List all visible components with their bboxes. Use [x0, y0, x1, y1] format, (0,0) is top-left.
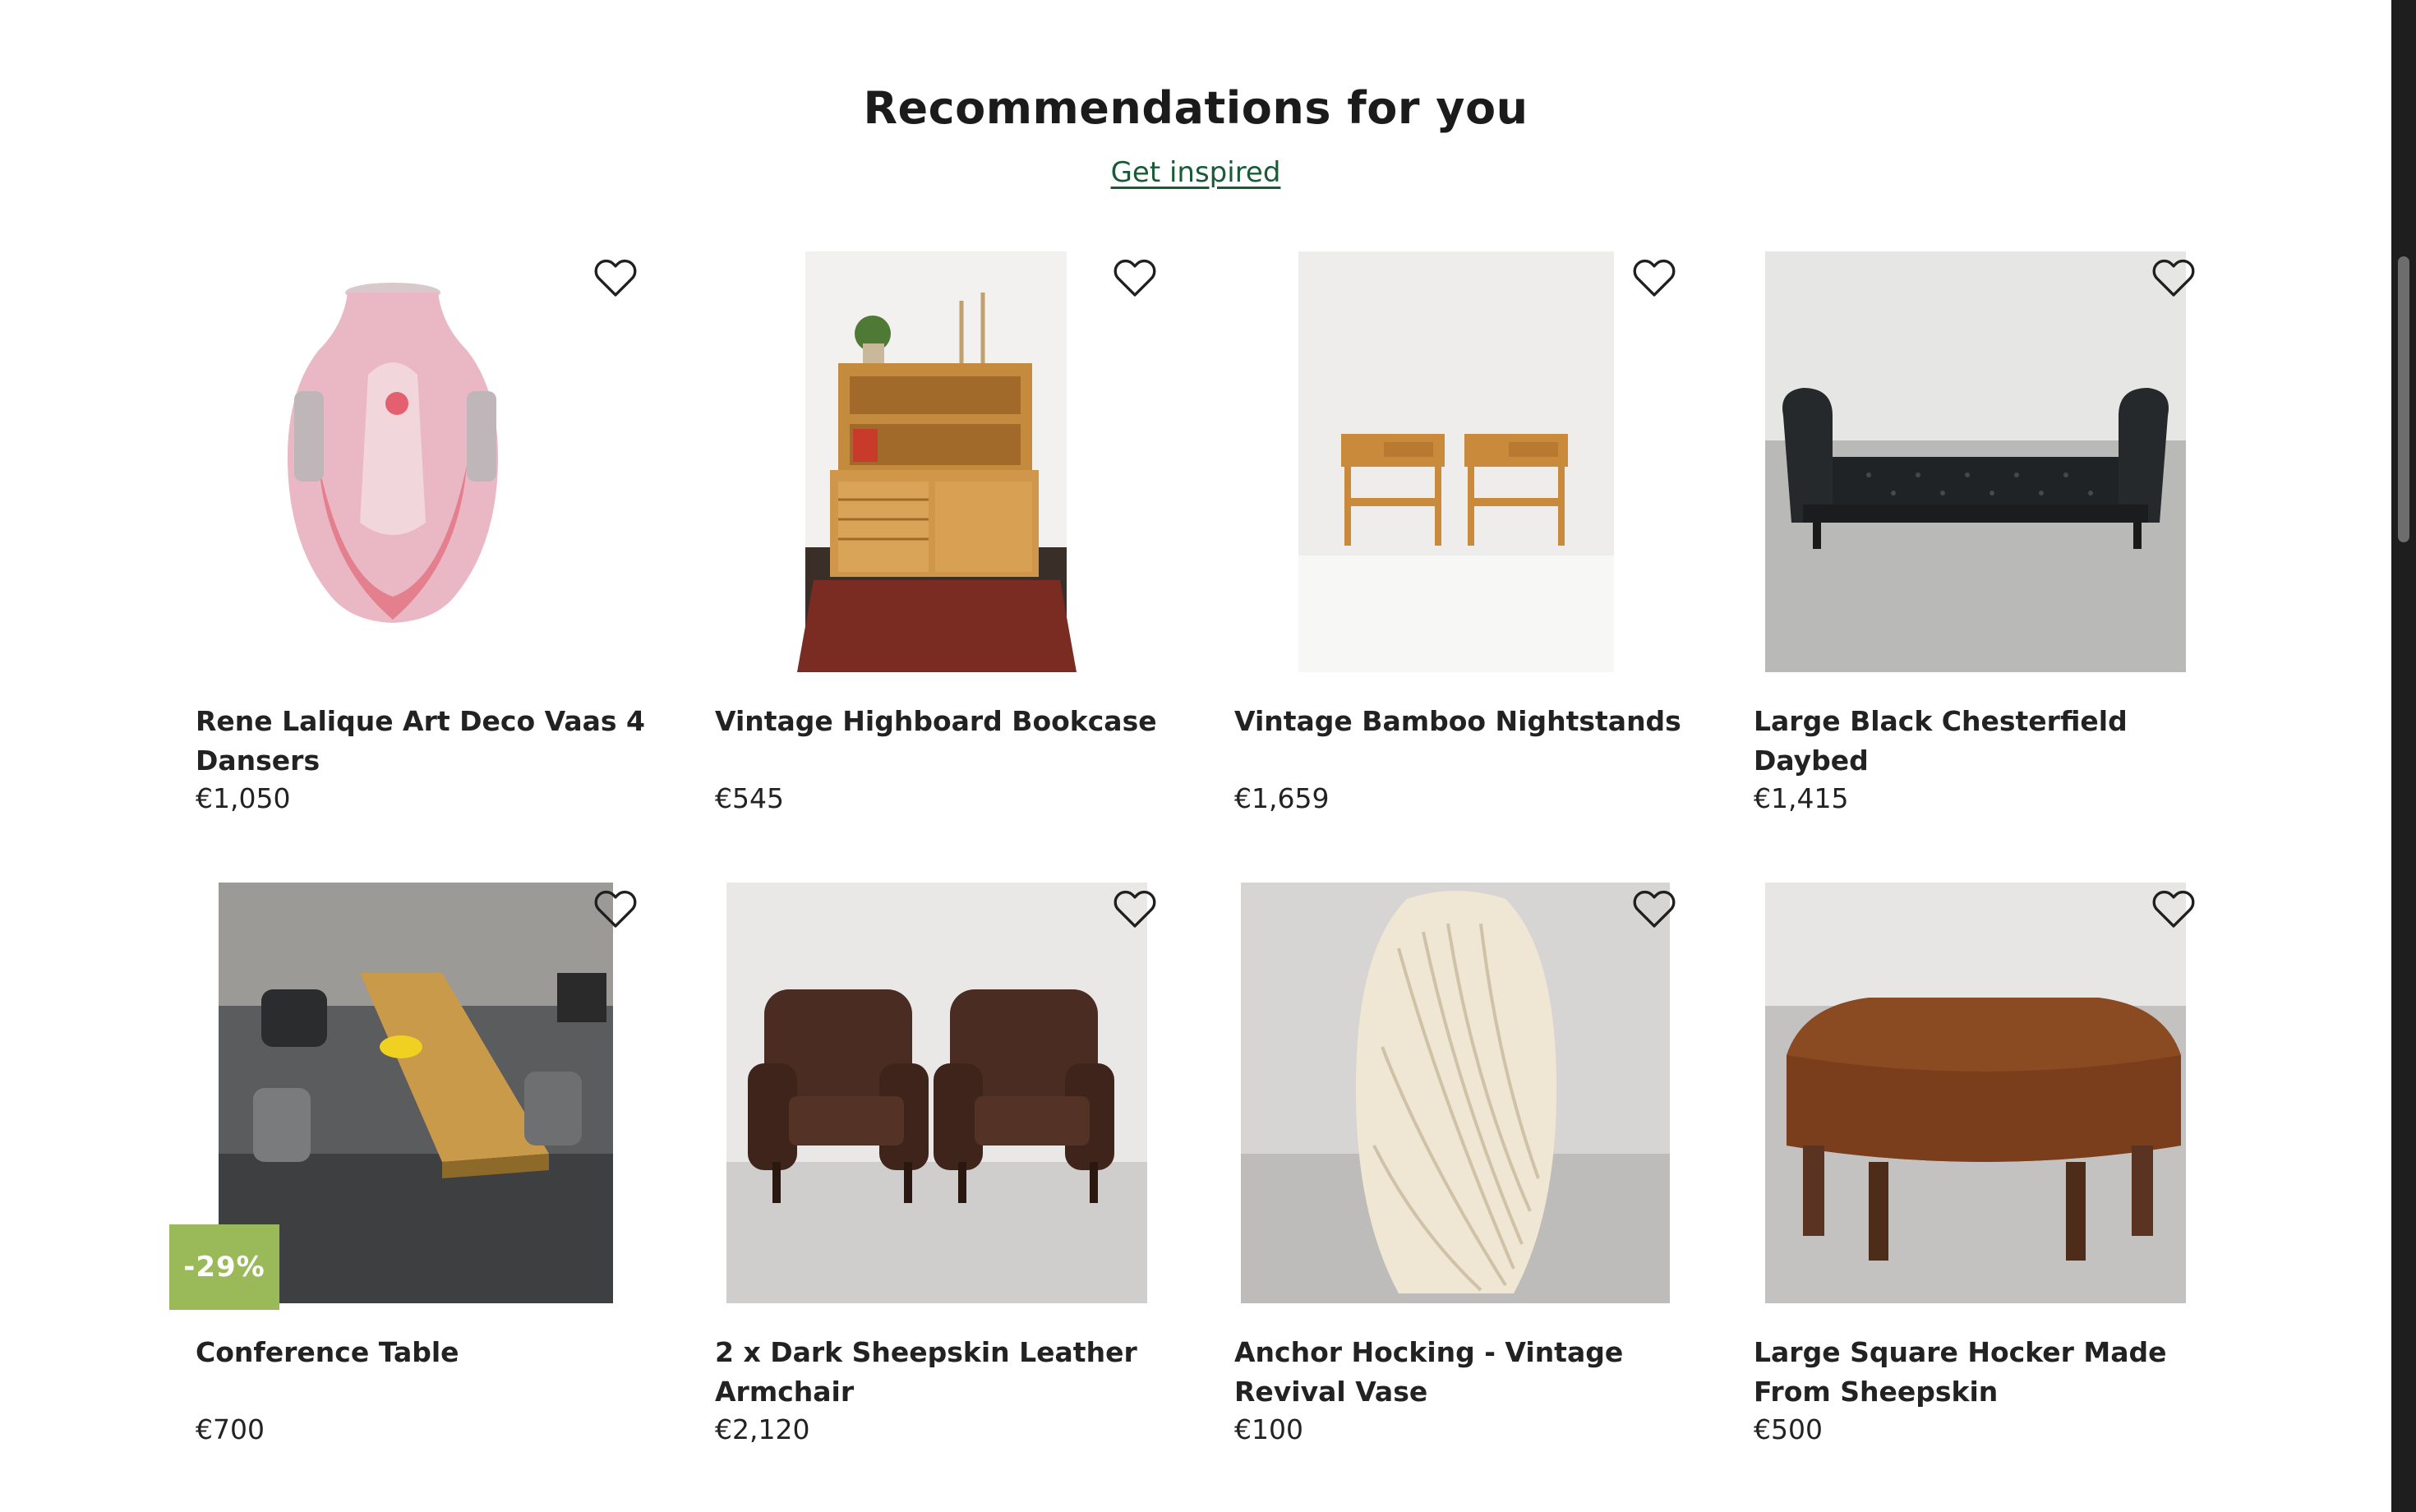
ivory-vase-image [1234, 883, 1694, 1303]
product-title[interactable]: 2 x Dark Sheepskin Leather Armchair [715, 1333, 1175, 1412]
product-price: €1,050 [196, 782, 291, 814]
product-price: €2,120 [715, 1413, 810, 1445]
heart-outline-icon[interactable] [1629, 251, 1680, 302]
product-title[interactable]: Large Black Chesterfield Daybed [1754, 702, 2214, 781]
product-card[interactable]: Large Black Chesterfield Daybed €1,415 [1754, 251, 2214, 843]
product-title[interactable]: Conference Table [196, 1333, 656, 1372]
product-price: €545 [715, 782, 784, 814]
product-image[interactable] [715, 251, 1175, 672]
glass-vase-image [196, 251, 656, 672]
heart-outline-icon[interactable] [590, 251, 641, 302]
get-inspired-link[interactable]: Get inspired [1111, 156, 1281, 189]
product-image[interactable] [1754, 883, 2214, 1303]
heart-outline-icon[interactable] [2148, 251, 2199, 302]
product-price: €700 [196, 1413, 265, 1445]
heart-outline-icon[interactable] [1109, 251, 1160, 302]
product-image[interactable] [715, 883, 1175, 1303]
chesterfield-daybed-image [1754, 251, 2214, 672]
discount-badge: -29% [169, 1224, 279, 1310]
product-title[interactable]: Large Square Hocker Made From Sheepskin [1754, 1333, 2214, 1412]
product-card[interactable]: Anchor Hocking - Vintage Revival Vase €1… [1234, 883, 1694, 1474]
vertical-scrollbar[interactable] [2391, 0, 2416, 1512]
get-inspired-wrapper: Get inspired [0, 156, 2391, 189]
product-card[interactable]: Rene Lalique Art Deco Vaas 4 Dansers €1,… [196, 251, 656, 843]
product-price: €500 [1754, 1413, 1823, 1445]
product-title[interactable]: Vintage Bamboo Nightstands [1234, 702, 1694, 741]
heart-outline-icon[interactable] [2148, 883, 2199, 933]
heart-outline-icon[interactable] [1629, 883, 1680, 933]
product-card[interactable]: Large Square Hocker Made From Sheepskin … [1754, 883, 2214, 1474]
leather-armchairs-image [715, 883, 1175, 1303]
bookcase-image [715, 251, 1175, 672]
scrollbar-thumb[interactable] [2398, 256, 2409, 542]
product-card[interactable]: Vintage Bamboo Nightstands €1,659 [1234, 251, 1694, 843]
product-card[interactable]: Vintage Highboard Bookcase €545 [715, 251, 1175, 843]
nightstands-image [1234, 251, 1694, 672]
product-card[interactable]: 2 x Dark Sheepskin Leather Armchair €2,1… [715, 883, 1175, 1474]
section-title: Recommendations for you [863, 82, 1528, 134]
heart-outline-icon[interactable] [590, 883, 641, 933]
product-price: €1,415 [1754, 782, 1849, 814]
product-price: €100 [1234, 1413, 1303, 1445]
product-title[interactable]: Vintage Highboard Bookcase [715, 702, 1175, 741]
product-card[interactable]: -29% Conference Table €700 [169, 883, 656, 1474]
leather-hocker-image [1754, 883, 2214, 1303]
heart-outline-icon[interactable] [1109, 883, 1160, 933]
product-image[interactable] [196, 251, 656, 672]
product-image[interactable] [1234, 883, 1694, 1303]
product-image[interactable] [1754, 251, 2214, 672]
product-title[interactable]: Anchor Hocking - Vintage Revival Vase [1234, 1333, 1694, 1412]
product-image[interactable]: -29% [169, 883, 656, 1310]
page: Recommendations for you Get inspired Ren… [0, 0, 2391, 1512]
product-title[interactable]: Rene Lalique Art Deco Vaas 4 Dansers [196, 702, 656, 781]
product-price: €1,659 [1234, 782, 1330, 814]
product-image[interactable] [1234, 251, 1694, 672]
